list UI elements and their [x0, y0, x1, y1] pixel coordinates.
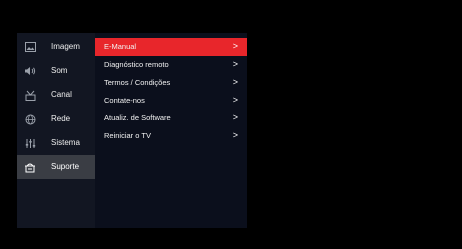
antenna-icon — [24, 89, 36, 101]
category-canal[interactable]: Canal — [17, 83, 95, 107]
submenu-label: Atualiz. de Software — [104, 113, 171, 122]
support-icon — [24, 161, 36, 173]
submenu-label: Reiniciar o TV — [104, 131, 151, 140]
chevron-right-icon: > — [232, 95, 238, 105]
category-imagem[interactable]: Imagem — [17, 35, 95, 59]
submenu-item-atualiz-software[interactable]: Atualiz. de Software > — [95, 109, 247, 127]
speaker-icon — [24, 65, 36, 77]
chevron-right-icon: > — [232, 59, 238, 69]
submenu-item-termos-condicoes[interactable]: Termos / Condições > — [95, 74, 247, 92]
picture-icon — [24, 41, 36, 53]
category-label: Rede — [51, 114, 71, 123]
category-label: Som — [51, 66, 68, 75]
category-sistema[interactable]: Sistema — [17, 131, 95, 155]
support-submenu: E-Manual > Diagnóstico remoto > Termos /… — [95, 33, 247, 228]
submenu-label: Diagnóstico remoto — [104, 60, 169, 69]
chevron-right-icon: > — [232, 112, 238, 122]
globe-icon — [24, 113, 36, 125]
tv-screen: Imagem Som Canal Rede Sistema Suporte E-… — [0, 0, 462, 249]
category-label: Canal — [51, 90, 72, 99]
settings-category-list: Imagem Som Canal Rede Sistema Suporte — [17, 33, 95, 228]
chevron-right-icon: > — [232, 41, 238, 51]
submenu-label: E-Manual — [104, 42, 137, 51]
category-suporte[interactable]: Suporte — [17, 155, 95, 179]
category-label: Sistema — [51, 138, 80, 147]
category-label: Suporte — [51, 162, 80, 171]
submenu-label: Contate-nos — [104, 96, 145, 105]
submenu-item-reiniciar-tv[interactable]: Reiniciar o TV > — [95, 127, 247, 145]
category-rede[interactable]: Rede — [17, 107, 95, 131]
submenu-item-diagnostico-remoto[interactable]: Diagnóstico remoto > — [95, 56, 247, 74]
category-som[interactable]: Som — [17, 59, 95, 83]
submenu-item-contate-nos[interactable]: Contate-nos > — [95, 92, 247, 110]
chevron-right-icon: > — [232, 77, 238, 87]
chevron-right-icon: > — [232, 130, 238, 140]
category-label: Imagem — [51, 42, 80, 51]
sliders-icon — [24, 137, 36, 149]
submenu-item-e-manual[interactable]: E-Manual > — [95, 38, 247, 56]
submenu-label: Termos / Condições — [104, 78, 171, 87]
